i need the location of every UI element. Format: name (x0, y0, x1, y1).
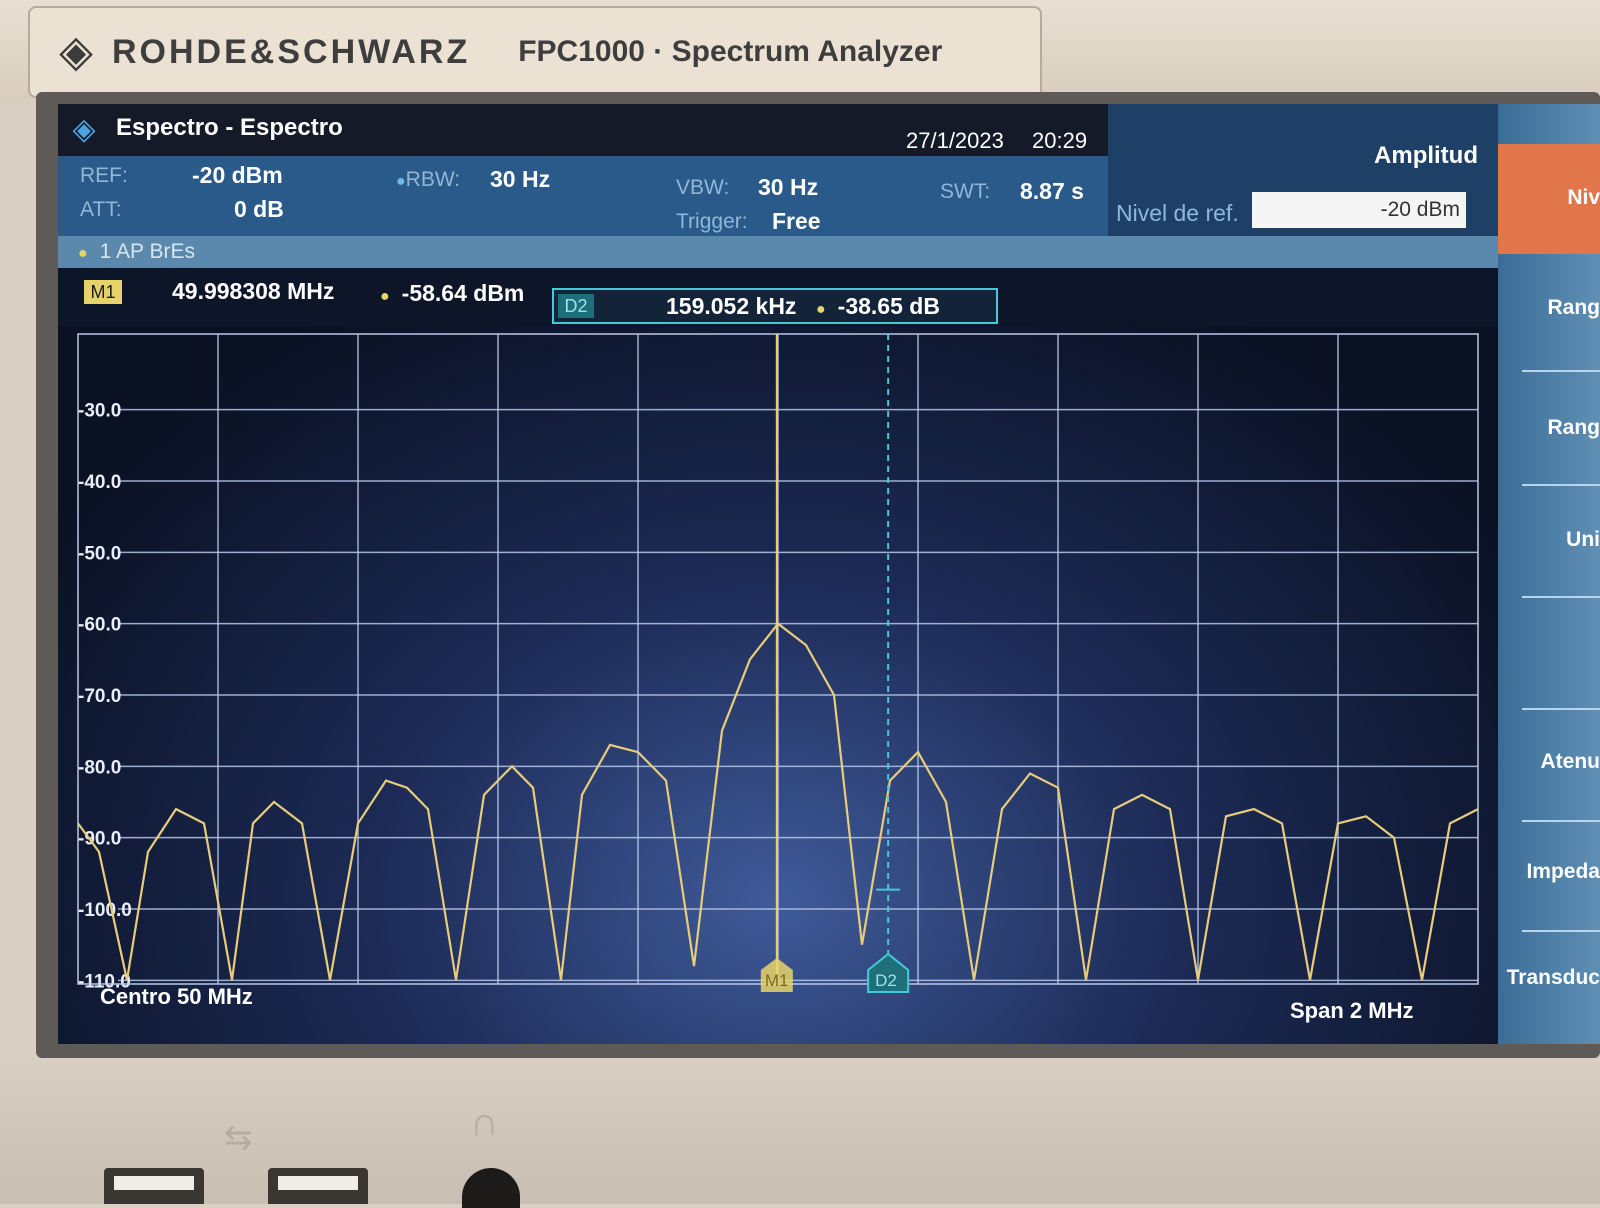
amplitude-title: Amplitud (1374, 142, 1478, 169)
ref-label: REF: (80, 164, 128, 187)
y-tick-label: -50.0 (78, 543, 121, 564)
mode-title: Espectro - Espectro (116, 114, 343, 141)
usb-port[interactable] (268, 1168, 368, 1204)
softkey-6[interactable]: Transduc (1498, 966, 1600, 990)
rbw-label: RBW: (405, 168, 461, 191)
ref-value: -20 dBm (192, 162, 283, 188)
analyzer-screen: ◈ Espectro - Espectro 27/1/2023 20:29 RE… (58, 104, 1600, 1044)
softkey-divider (1522, 370, 1600, 372)
y-tick-label: -100.0 (78, 900, 132, 921)
y-tick-label: -30.0 (78, 401, 121, 422)
softkey-divider (1522, 930, 1600, 932)
swt-label: SWT: (940, 180, 991, 203)
usb-port[interactable] (104, 1168, 204, 1204)
softkey-0[interactable]: Niv (1498, 186, 1600, 210)
softkey-divider (1522, 484, 1600, 486)
rbw-dot-icon: ● (396, 173, 406, 190)
headphone-icon: ∩ (470, 1100, 499, 1144)
softkey-4[interactable]: Atenu (1498, 750, 1600, 774)
spectrum-chart: -30.0-40.0-50.0-60.0-70.0-80.0-90.0-100.… (77, 333, 1479, 993)
vbw-label: VBW: (676, 176, 730, 199)
m1-dot-icon: ● (380, 288, 390, 305)
trace-label: 1 AP BrEs (99, 240, 196, 263)
softkey-3[interactable]: Uni (1498, 528, 1600, 552)
d2-dot-icon: ● (816, 301, 826, 318)
swt-value: 8.87 s (1020, 178, 1084, 204)
rs-logo-icon: ◈ (59, 27, 93, 76)
date-display: 27/1/2023 (906, 128, 1004, 153)
settings-panel[interactable]: REF: -20 dBm ATT: 0 dB ●RBW: 30 Hz VBW: … (58, 156, 1108, 236)
m1-marker-label: M1 (765, 971, 789, 990)
softkey-2[interactable]: Rang (1498, 416, 1600, 440)
time-display: 20:29 (1032, 128, 1088, 153)
spectrum-plot[interactable]: -30.0 -40.0 -50.0 -60.0 -70.0 -80.0 -90.0 -100.… (58, 326, 1498, 1044)
span-value: Span 2 MHz (1290, 998, 1414, 1023)
brand-name: ROHDE&SCHWARZ (112, 32, 471, 71)
ref-level-input[interactable]: -20 dBm (1252, 192, 1466, 228)
att-label: ATT: (80, 198, 122, 221)
app-logo-icon: ◈ (72, 113, 96, 146)
softkey-1[interactable]: Rang (1498, 296, 1600, 320)
amplitude-panel: Amplitud Nivel de ref. -20 dBm (1108, 104, 1498, 236)
ref-level-label: Nivel de ref. (1116, 200, 1239, 226)
trace-dot-icon: ● (78, 245, 88, 262)
d2-marker-box[interactable]: D2 159.052 kHz ● -38.65 dB (552, 288, 998, 324)
d2-badge: D2 (558, 294, 594, 318)
rbw-value: 30 Hz (490, 166, 551, 192)
softkey-divider (1522, 820, 1600, 822)
trigger-value: Free (772, 208, 821, 234)
softkey-divider (1522, 708, 1600, 710)
d2-marker-label: D2 (875, 971, 897, 990)
device-model: FPC1000 · Spectrum Analyzer (518, 35, 943, 68)
trace-info-row: ● 1 AP BrEs (58, 236, 1498, 268)
softkey-5[interactable]: Impeda (1498, 860, 1600, 884)
y-tick-label: -40.0 (78, 472, 121, 493)
vbw-value: 30 Hz (758, 174, 819, 200)
usb-icon: ⇆ (224, 1119, 253, 1157)
title-bar: ◈ Espectro - Espectro 27/1/2023 20:29 (58, 104, 1108, 156)
softkey-bar: Niv Rang Rang Uni Atenu Impeda Transduc (1498, 104, 1600, 1044)
m1-amplitude: -58.64 dBm (401, 280, 525, 306)
device-bezel-top: ◈ ROHDE&SCHWARZ FPC1000 · Spectrum Analy… (0, 0, 1600, 100)
y-tick-label: -80.0 (78, 757, 121, 778)
m1-badge[interactable]: M1 (84, 280, 122, 304)
d2-frequency: 159.052 kHz (666, 293, 797, 319)
marker-info-row: M1 49.998308 MHz ● -58.64 dBm D2 159.052 … (58, 270, 1498, 326)
brand-plate: ◈ ROHDE&SCHWARZ FPC1000 · Spectrum Analy… (28, 6, 1042, 98)
y-tick-label: -60.0 (78, 615, 121, 636)
d2-amplitude: -38.65 dB (837, 293, 940, 319)
y-tick-label: -70.0 (78, 686, 121, 707)
att-value: 0 dB (234, 196, 284, 222)
trigger-label: Trigger: (676, 210, 748, 233)
m1-frequency: 49.998308 MHz (172, 278, 335, 304)
softkey-divider (1522, 596, 1600, 598)
center-frequency: Centro 50 MHz (100, 984, 253, 1009)
